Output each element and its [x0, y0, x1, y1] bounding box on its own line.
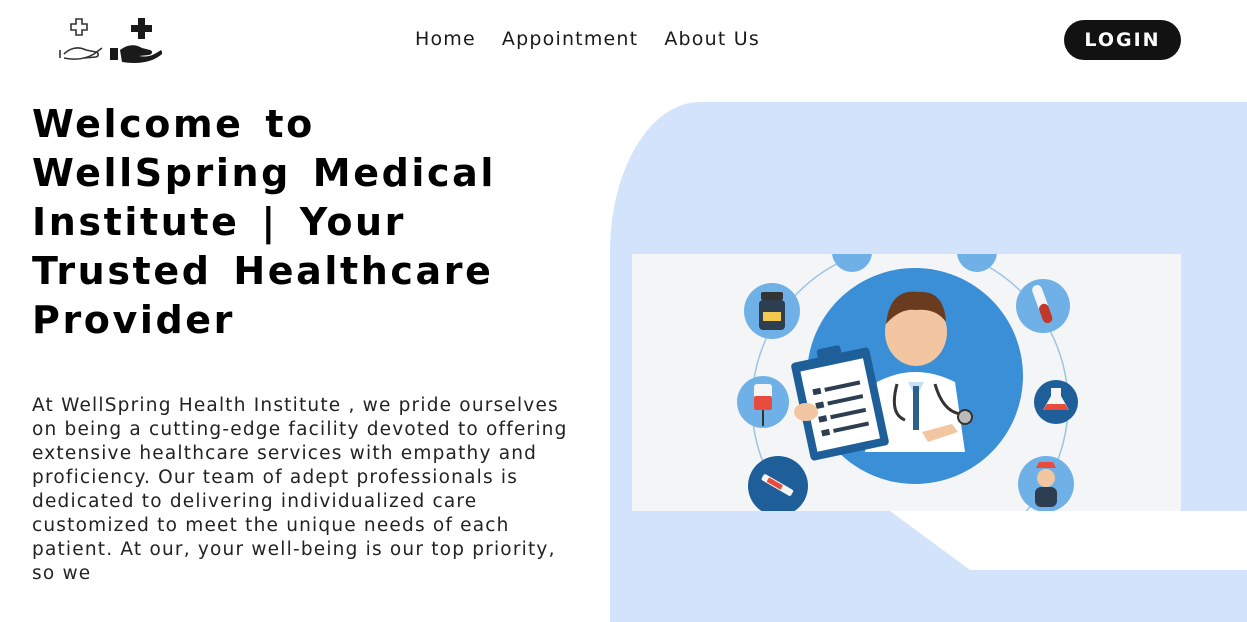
flask-icon: [1034, 380, 1078, 424]
nav-home[interactable]: Home: [415, 28, 476, 50]
medicine-jar-icon: [744, 283, 800, 339]
logo[interactable]: [52, 14, 162, 64]
nurse-icon: [1018, 456, 1074, 511]
doctor-illustration: [632, 254, 1181, 511]
login-button[interactable]: LOGIN: [1064, 20, 1181, 60]
hand-filled-cross-icon: [110, 18, 162, 63]
hand-outline-cross-icon: [59, 18, 103, 60]
test-tube-icon: [1016, 279, 1070, 333]
syringe-icon: [748, 456, 808, 511]
hero-description: At WellSpring Health Institute , we prid…: [32, 395, 568, 584]
nav-appointment[interactable]: Appointment: [502, 28, 638, 50]
main-nav: Home Appointment About Us: [415, 28, 760, 50]
iv-bag-icon: [737, 376, 789, 428]
hero-title: Welcome to WellSpring Medical Institute …: [32, 102, 497, 342]
nav-about-us[interactable]: About Us: [664, 28, 760, 50]
